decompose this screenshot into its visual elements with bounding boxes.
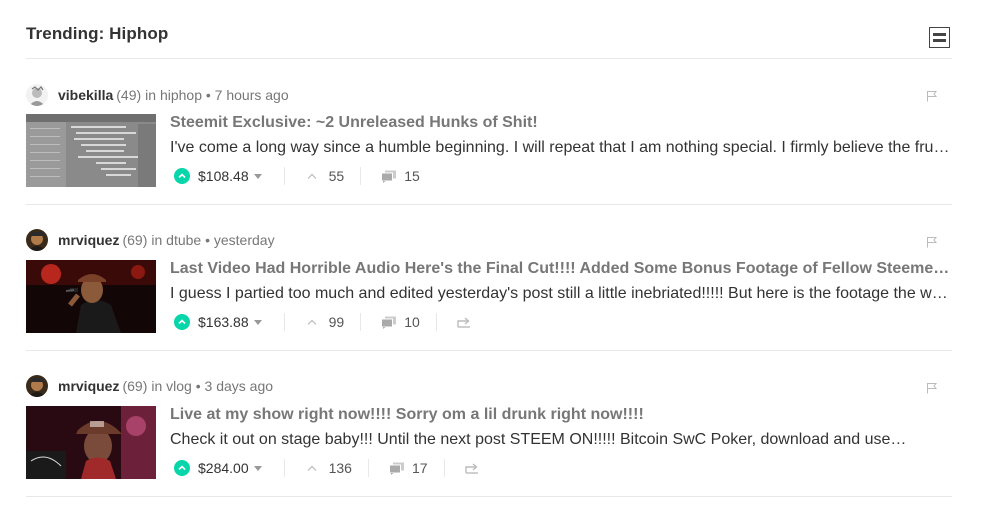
vote-count[interactable]: 136 (329, 460, 352, 476)
feed-header: Trending: Hiphop (26, 0, 952, 59)
post-category-time[interactable]: in vlog • 3 days ago (151, 378, 273, 394)
post-footer: $108.48 55 15 (174, 165, 436, 187)
post-thumbnail[interactable] (26, 260, 156, 333)
post-item[interactable]: mrviquez (69) in vlog • 3 days ago Live … (26, 351, 952, 497)
avatar[interactable] (26, 229, 48, 251)
resteem-icon[interactable] (457, 316, 471, 328)
divider (443, 459, 445, 477)
payout-value[interactable]: $163.88 (198, 314, 249, 330)
chevron-down-icon[interactable] (253, 465, 262, 471)
author-name[interactable]: mrviquez (58, 378, 119, 394)
chevron-up-icon (307, 319, 317, 325)
payout-value[interactable]: $108.48 (198, 168, 249, 184)
post-summary[interactable]: I've come a long way since a humble begi… (170, 139, 950, 157)
post-meta: vibekilla (49) in hiphop • 7 hours ago (26, 84, 289, 106)
post-title[interactable]: Last Video Had Horrible Audio Here's the… (170, 260, 950, 278)
vote-count[interactable]: 99 (329, 314, 345, 330)
author-reputation: (69) (122, 232, 148, 248)
chevron-up-icon (307, 465, 317, 471)
resteem-icon[interactable] (464, 462, 479, 474)
payout-value[interactable]: $284.00 (198, 460, 249, 476)
divider (283, 459, 285, 477)
flag-icon[interactable] (926, 236, 938, 248)
chevron-down-icon[interactable] (253, 173, 262, 179)
post-thumbnail[interactable] (26, 406, 156, 479)
flag-icon[interactable] (926, 382, 938, 394)
author-name[interactable]: mrviquez (58, 232, 119, 248)
divider (283, 167, 285, 185)
vote-count[interactable]: 55 (329, 168, 345, 184)
comment-count[interactable]: 15 (404, 168, 420, 184)
chevron-up-icon (307, 173, 317, 179)
post-meta: mrviquez (69) in vlog • 3 days ago (26, 375, 273, 397)
comment-count[interactable]: 10 (404, 314, 420, 330)
flag-icon[interactable] (926, 90, 938, 102)
avatar[interactable] (26, 84, 48, 106)
upvote-icon[interactable] (174, 314, 190, 330)
comment-icon[interactable] (381, 170, 397, 183)
divider (283, 313, 285, 331)
post-item[interactable]: vibekilla (49) in hiphop • 7 hours ago S… (26, 59, 952, 205)
comment-count[interactable]: 17 (412, 460, 428, 476)
post-category-time[interactable]: in hiphop • 7 hours ago (145, 87, 288, 103)
post-category-time[interactable]: in dtube • yesterday (151, 232, 274, 248)
author-reputation: (49) (116, 87, 142, 103)
author-name[interactable]: vibekilla (58, 87, 113, 103)
divider (360, 167, 362, 185)
post-summary[interactable]: Check it out on stage baby!!! Until the … (170, 431, 950, 449)
post-title[interactable]: Steemit Exclusive: ~2 Unreleased Hunks o… (170, 114, 950, 132)
chevron-down-icon[interactable] (253, 319, 262, 325)
post-footer: $163.88 99 10 (174, 311, 471, 333)
post-meta: mrviquez (69) in dtube • yesterday (26, 229, 275, 251)
divider (367, 459, 369, 477)
avatar[interactable] (26, 375, 48, 397)
divider (435, 313, 437, 331)
page-title: Trending: Hiphop (26, 24, 169, 43)
post-thumbnail[interactable] (26, 114, 156, 187)
post-footer: $284.00 136 17 (174, 457, 479, 479)
comment-icon[interactable] (388, 462, 405, 475)
layout-toggle-icon[interactable] (929, 27, 950, 48)
post-summary[interactable]: I guess I partied too much and edited ye… (170, 285, 950, 303)
upvote-icon[interactable] (174, 460, 190, 476)
author-reputation: (69) (122, 378, 148, 394)
comment-icon[interactable] (381, 316, 397, 329)
divider (360, 313, 362, 331)
post-item[interactable]: mrviquez (69) in dtube • yesterday Last … (26, 205, 952, 351)
upvote-icon[interactable] (174, 168, 190, 184)
post-title[interactable]: Live at my show right now!!!! Sorry om a… (170, 406, 950, 424)
